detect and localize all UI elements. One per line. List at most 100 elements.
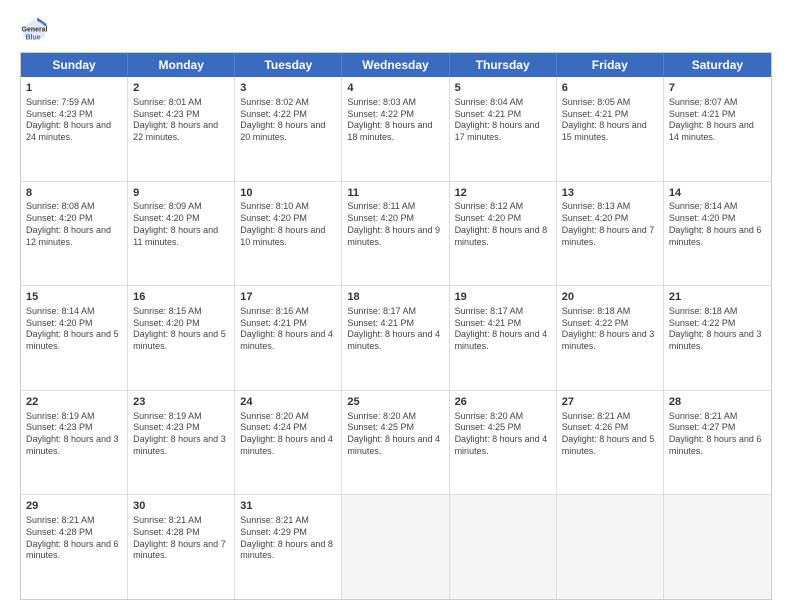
day-number: 16	[133, 290, 229, 305]
calendar-cell: 6Sunrise: 8:05 AM Sunset: 4:21 PM Daylig…	[557, 77, 664, 181]
day-info: Sunrise: 8:13 AM Sunset: 4:20 PM Dayligh…	[562, 201, 658, 248]
calendar-cell: 13Sunrise: 8:13 AM Sunset: 4:20 PM Dayli…	[557, 182, 664, 286]
calendar-cell: 31Sunrise: 8:21 AM Sunset: 4:29 PM Dayli…	[235, 495, 342, 599]
day-number: 30	[133, 499, 229, 514]
day-number: 27	[562, 395, 658, 410]
svg-text:General: General	[22, 27, 48, 34]
day-info: Sunrise: 8:18 AM Sunset: 4:22 PM Dayligh…	[562, 306, 658, 353]
calendar-header: SundayMondayTuesdayWednesdayThursdayFrid…	[21, 53, 771, 77]
day-info: Sunrise: 8:01 AM Sunset: 4:23 PM Dayligh…	[133, 97, 229, 144]
calendar-cell: 26Sunrise: 8:20 AM Sunset: 4:25 PM Dayli…	[450, 391, 557, 495]
day-info: Sunrise: 8:21 AM Sunset: 4:27 PM Dayligh…	[669, 411, 766, 458]
calendar-header-day: Wednesday	[342, 53, 449, 77]
day-number: 8	[26, 186, 122, 201]
calendar-cell	[450, 495, 557, 599]
calendar-cell: 20Sunrise: 8:18 AM Sunset: 4:22 PM Dayli…	[557, 286, 664, 390]
day-info: Sunrise: 7:59 AM Sunset: 4:23 PM Dayligh…	[26, 97, 122, 144]
logo-icon: General Blue	[20, 16, 48, 44]
calendar-cell	[342, 495, 449, 599]
day-info: Sunrise: 8:02 AM Sunset: 4:22 PM Dayligh…	[240, 97, 336, 144]
day-info: Sunrise: 8:08 AM Sunset: 4:20 PM Dayligh…	[26, 201, 122, 248]
calendar-cell: 19Sunrise: 8:17 AM Sunset: 4:21 PM Dayli…	[450, 286, 557, 390]
day-info: Sunrise: 8:19 AM Sunset: 4:23 PM Dayligh…	[26, 411, 122, 458]
day-number: 7	[669, 81, 766, 96]
day-info: Sunrise: 8:16 AM Sunset: 4:21 PM Dayligh…	[240, 306, 336, 353]
calendar-cell: 1Sunrise: 7:59 AM Sunset: 4:23 PM Daylig…	[21, 77, 128, 181]
day-number: 12	[455, 186, 551, 201]
day-number: 17	[240, 290, 336, 305]
day-info: Sunrise: 8:14 AM Sunset: 4:20 PM Dayligh…	[669, 201, 766, 248]
calendar-cell: 17Sunrise: 8:16 AM Sunset: 4:21 PM Dayli…	[235, 286, 342, 390]
calendar-cell: 29Sunrise: 8:21 AM Sunset: 4:28 PM Dayli…	[21, 495, 128, 599]
calendar-week-row: 22Sunrise: 8:19 AM Sunset: 4:23 PM Dayli…	[21, 390, 771, 495]
day-info: Sunrise: 8:17 AM Sunset: 4:21 PM Dayligh…	[455, 306, 551, 353]
page: General Blue SundayMondayTuesdayWednesda…	[0, 0, 792, 612]
calendar-cell: 30Sunrise: 8:21 AM Sunset: 4:28 PM Dayli…	[128, 495, 235, 599]
day-number: 9	[133, 186, 229, 201]
day-info: Sunrise: 8:20 AM Sunset: 4:25 PM Dayligh…	[455, 411, 551, 458]
day-number: 26	[455, 395, 551, 410]
calendar-cell: 25Sunrise: 8:20 AM Sunset: 4:25 PM Dayli…	[342, 391, 449, 495]
header: General Blue	[20, 16, 772, 44]
calendar-cell: 15Sunrise: 8:14 AM Sunset: 4:20 PM Dayli…	[21, 286, 128, 390]
day-info: Sunrise: 8:09 AM Sunset: 4:20 PM Dayligh…	[133, 201, 229, 248]
calendar-header-day: Sunday	[21, 53, 128, 77]
calendar-week-row: 1Sunrise: 7:59 AM Sunset: 4:23 PM Daylig…	[21, 77, 771, 181]
calendar-cell: 27Sunrise: 8:21 AM Sunset: 4:26 PM Dayli…	[557, 391, 664, 495]
calendar-cell: 23Sunrise: 8:19 AM Sunset: 4:23 PM Dayli…	[128, 391, 235, 495]
day-info: Sunrise: 8:21 AM Sunset: 4:28 PM Dayligh…	[26, 515, 122, 562]
calendar-header-day: Friday	[557, 53, 664, 77]
day-number: 29	[26, 499, 122, 514]
day-info: Sunrise: 8:03 AM Sunset: 4:22 PM Dayligh…	[347, 97, 443, 144]
calendar-cell: 8Sunrise: 8:08 AM Sunset: 4:20 PM Daylig…	[21, 182, 128, 286]
day-info: Sunrise: 8:21 AM Sunset: 4:28 PM Dayligh…	[133, 515, 229, 562]
day-info: Sunrise: 8:20 AM Sunset: 4:25 PM Dayligh…	[347, 411, 443, 458]
calendar-cell: 18Sunrise: 8:17 AM Sunset: 4:21 PM Dayli…	[342, 286, 449, 390]
calendar-cell: 9Sunrise: 8:09 AM Sunset: 4:20 PM Daylig…	[128, 182, 235, 286]
day-number: 23	[133, 395, 229, 410]
day-number: 28	[669, 395, 766, 410]
calendar-cell: 10Sunrise: 8:10 AM Sunset: 4:20 PM Dayli…	[235, 182, 342, 286]
calendar-cell: 28Sunrise: 8:21 AM Sunset: 4:27 PM Dayli…	[664, 391, 771, 495]
calendar-cell: 3Sunrise: 8:02 AM Sunset: 4:22 PM Daylig…	[235, 77, 342, 181]
day-info: Sunrise: 8:11 AM Sunset: 4:20 PM Dayligh…	[347, 201, 443, 248]
calendar-header-day: Thursday	[450, 53, 557, 77]
day-number: 6	[562, 81, 658, 96]
day-number: 5	[455, 81, 551, 96]
calendar-week-row: 15Sunrise: 8:14 AM Sunset: 4:20 PM Dayli…	[21, 285, 771, 390]
day-number: 22	[26, 395, 122, 410]
day-number: 20	[562, 290, 658, 305]
calendar-cell: 2Sunrise: 8:01 AM Sunset: 4:23 PM Daylig…	[128, 77, 235, 181]
day-number: 11	[347, 186, 443, 201]
calendar-cell: 11Sunrise: 8:11 AM Sunset: 4:20 PM Dayli…	[342, 182, 449, 286]
day-info: Sunrise: 8:19 AM Sunset: 4:23 PM Dayligh…	[133, 411, 229, 458]
day-info: Sunrise: 8:21 AM Sunset: 4:26 PM Dayligh…	[562, 411, 658, 458]
calendar-cell: 7Sunrise: 8:07 AM Sunset: 4:21 PM Daylig…	[664, 77, 771, 181]
calendar-cell: 12Sunrise: 8:12 AM Sunset: 4:20 PM Dayli…	[450, 182, 557, 286]
day-number: 31	[240, 499, 336, 514]
day-number: 1	[26, 81, 122, 96]
calendar-cell: 16Sunrise: 8:15 AM Sunset: 4:20 PM Dayli…	[128, 286, 235, 390]
calendar-cell	[557, 495, 664, 599]
day-number: 3	[240, 81, 336, 96]
calendar-cell: 4Sunrise: 8:03 AM Sunset: 4:22 PM Daylig…	[342, 77, 449, 181]
day-number: 2	[133, 81, 229, 96]
calendar: SundayMondayTuesdayWednesdayThursdayFrid…	[20, 52, 772, 600]
day-number: 14	[669, 186, 766, 201]
logo: General Blue	[20, 16, 48, 44]
day-number: 25	[347, 395, 443, 410]
day-number: 4	[347, 81, 443, 96]
day-info: Sunrise: 8:07 AM Sunset: 4:21 PM Dayligh…	[669, 97, 766, 144]
day-number: 19	[455, 290, 551, 305]
calendar-header-day: Saturday	[664, 53, 771, 77]
calendar-week-row: 29Sunrise: 8:21 AM Sunset: 4:28 PM Dayli…	[21, 494, 771, 599]
day-info: Sunrise: 8:12 AM Sunset: 4:20 PM Dayligh…	[455, 201, 551, 248]
day-number: 13	[562, 186, 658, 201]
day-info: Sunrise: 8:18 AM Sunset: 4:22 PM Dayligh…	[669, 306, 766, 353]
day-info: Sunrise: 8:14 AM Sunset: 4:20 PM Dayligh…	[26, 306, 122, 353]
calendar-cell: 22Sunrise: 8:19 AM Sunset: 4:23 PM Dayli…	[21, 391, 128, 495]
day-number: 24	[240, 395, 336, 410]
calendar-header-day: Monday	[128, 53, 235, 77]
day-number: 15	[26, 290, 122, 305]
day-info: Sunrise: 8:10 AM Sunset: 4:20 PM Dayligh…	[240, 201, 336, 248]
